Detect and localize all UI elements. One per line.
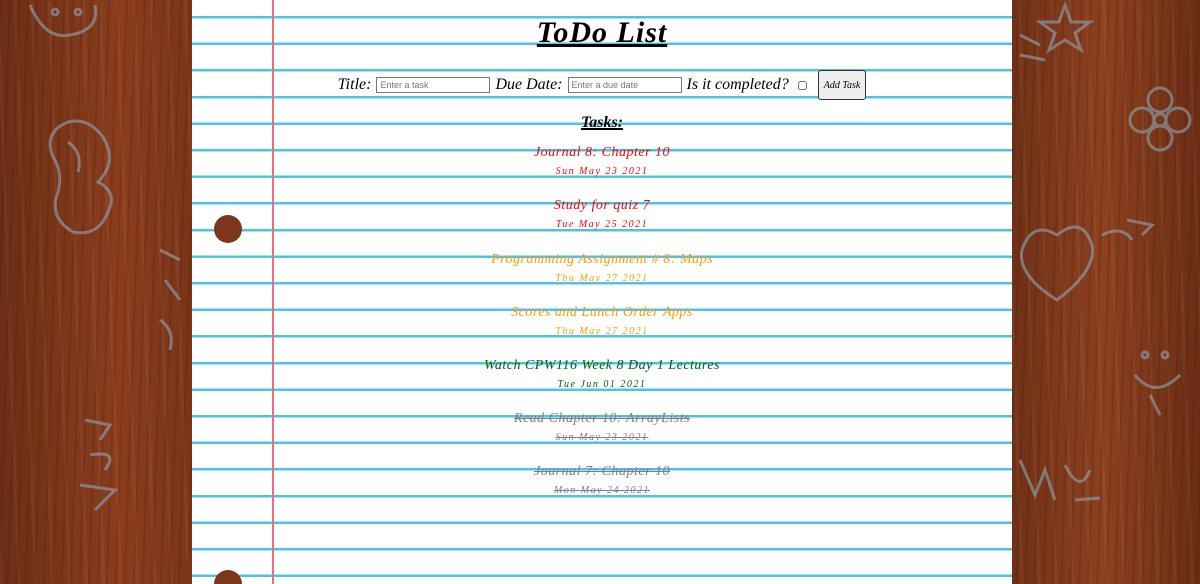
due-date-label: Due Date: (495, 76, 563, 93)
page-title: ToDo List (536, 16, 668, 49)
task-due-date: Thu May 27 2021 (555, 326, 649, 337)
task-title: Programming Assignment # 8: Maps (490, 252, 714, 267)
due-date-input[interactable] (567, 77, 682, 93)
task-due-date: Tue Jun 01 2021 (557, 379, 647, 390)
completed-checkbox[interactable] (797, 80, 807, 90)
right-doodle-signature-icon (1018, 459, 1101, 502)
task-due-date: Mon May 24 2021 (553, 485, 651, 496)
desk-background: ToDo List Title: Due Date: Is it complet… (0, 0, 1200, 584)
task-title: Scores and Lunch Order Apps (511, 305, 693, 320)
task-item[interactable]: Study for quiz 7 Tue May 25 2021 (192, 198, 1012, 233)
add-task-form: Title: Due Date: Is it completed? Add Ta… (192, 70, 1012, 100)
tasks-heading: Tasks: (580, 114, 624, 131)
left-doodle-face-icon (28, 4, 98, 38)
task-item[interactable]: Read Chapter 10: ArrayLists Sun May 23 2… (192, 411, 1012, 446)
title-label: Title: (337, 76, 372, 93)
task-due-date: Sun May 23 2021 (555, 166, 649, 177)
punch-hole-bottom (214, 570, 242, 584)
task-due-date: Thu May 27 2021 (555, 273, 649, 284)
left-doodle-heart-icon (48, 119, 113, 235)
completed-label: Is it completed? (686, 76, 789, 93)
right-doodle-flower-icon (1128, 86, 1192, 152)
task-title: Study for quiz 7 (553, 198, 651, 213)
right-doodle-heart-icon (1019, 218, 1156, 302)
left-doodle-letters-icon (79, 418, 119, 512)
task-item[interactable]: Watch CPW116 Week 8 Day 1 Lectures Tue J… (192, 358, 1012, 393)
task-title: Journal 8: Chapter 10 (533, 145, 671, 160)
task-due-date: Tue May 25 2021 (555, 219, 649, 230)
task-item[interactable]: Journal 8: Chapter 10 Sun May 23 2021 (192, 145, 1012, 180)
task-title: Watch CPW116 Week 8 Day 1 Lectures (483, 358, 721, 373)
title-input[interactable] (376, 77, 491, 93)
task-item[interactable]: Journal 7: Chapter 10 Mon May 24 2021 (192, 464, 1012, 499)
add-task-button[interactable]: Add Task (817, 70, 867, 100)
task-title: Read Chapter 10: ArrayLists (513, 411, 691, 426)
task-due-date: Sun May 23 2021 (555, 432, 649, 443)
task-title: Journal 7: Chapter 10 (533, 464, 671, 479)
left-doodle-text-icon (159, 248, 182, 351)
task-item[interactable]: Scores and Lunch Order Apps Thu May 27 2… (192, 305, 1012, 340)
notebook-paper: ToDo List Title: Due Date: Is it complet… (192, 0, 1012, 584)
task-item[interactable]: Programming Assignment # 8: Maps Thu May… (192, 252, 1012, 287)
right-doodle-smile-icon (1133, 350, 1182, 416)
right-doodle-star-icon (1019, 0, 1095, 62)
